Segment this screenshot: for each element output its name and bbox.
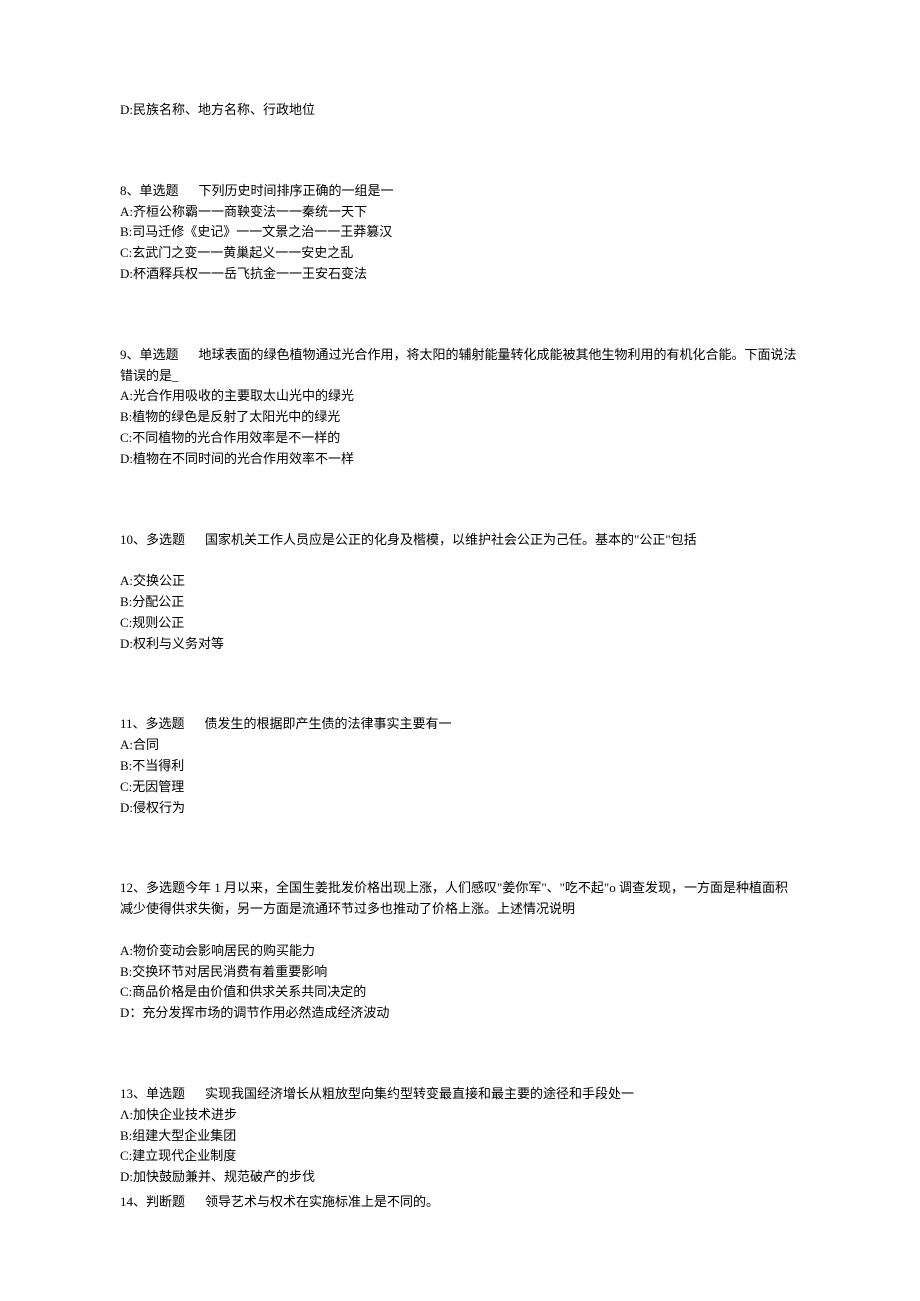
option-c: C:无因管理 (120, 777, 800, 798)
question-header-line: 13、单选题 实现我国经济增长从粗放型向集约型转变最直接和最主要的途径和手段处一 (120, 1084, 800, 1105)
question-stem: 国家机关工作人员应是公正的化身及楷模，以维护社会公正为己任。基本的"公正"包括 (205, 532, 697, 547)
question-7-tail: D:民族名称、地方名称、行政地位 (120, 100, 800, 121)
question-8: 8、单选题 下列历史时间排序正确的一组是一 A:齐桓公称霸一一商鞅变法一一秦统一天… (120, 181, 800, 285)
option-b: B:交换环节对居民消费有着重要影响 (120, 962, 800, 983)
question-13: 13、单选题实现我国经济增长从粗放型向集约型转变最直接和最主要的途径和手段处一 … (120, 1084, 800, 1188)
question-14: 14、判断题 领导艺术与权术在实施标准上是不同的。 (120, 1192, 800, 1213)
option-d: D:权利与义务对等 (120, 634, 800, 655)
option-c: C:建立现代企业制度 (120, 1146, 800, 1167)
question-stem: 下列历史时间排序正确的一组是一 (199, 183, 394, 198)
option-a: A:物价变动会影响居民的购买能力 (120, 941, 800, 962)
question-header-line: 12、多选题今年 1 月以来，全国生姜批发价格出现上涨，人们感叹"姜你军"、"吃… (120, 878, 800, 920)
option-d: D：充分发挥市场的调节作用必然造成经济波动 (120, 1003, 800, 1024)
option-a: A:光合作用吸收的主要取太山光中的绿光 (120, 386, 800, 407)
option-b: B:分配公正 (120, 592, 800, 613)
question-stem: 领导艺术与权术在实施标准上是不同的。 (205, 1194, 439, 1209)
question-header-line: 8、单选题 下列历史时间排序正确的一组是一 (120, 181, 800, 202)
option-a: A:齐桓公称霸一一商鞅变法一一秦统一天下 (120, 202, 800, 223)
question-header-line: 11、多选题 债发生的根据即产生债的法律事实主要有一 (120, 714, 800, 735)
option-c: C:不同植物的光合作用效率是不一样的 (120, 428, 800, 449)
blank-line (120, 920, 800, 941)
question-number: 13、单选题 (120, 1086, 185, 1101)
question-number: 8、单选题 (120, 183, 179, 198)
option-d: D:民族名称、地方名称、行政地位 (120, 100, 800, 121)
option-b: B:司马迁修《史记》一一文景之治一一王莽篡汉 (120, 222, 800, 243)
question-stem: 今年 1 月以来，全国生姜批发价格出现上涨，人们感叹"姜你军"、"吃不起"o 调… (120, 880, 788, 916)
question-stem: 实现我国经济增长从粗放型向集约型转变最直接和最主要的途径和手段处一 (205, 1086, 634, 1101)
question-header-line: 14、判断题 领导艺术与权术在实施标准上是不同的。 (120, 1192, 800, 1213)
question-11: 11、多选题 债发生的根据即产生债的法律事实主要有一 A:合同 B:不当得利 C:… (120, 714, 800, 818)
question-number: 12、多选题 (120, 880, 185, 895)
option-a: A:合同 (120, 735, 800, 756)
option-d: D:杯酒释兵权一一岳飞抗金一一王安石变法 (120, 264, 800, 285)
option-d: D:侵权行为 (120, 798, 800, 819)
option-d: D:加快鼓励兼并、规范破产的步伐 (120, 1167, 800, 1188)
option-d: D:植物在不同时间的光合作用效率不一样 (120, 449, 800, 470)
question-10: 10、多选题 国家机关工作人员应是公正的化身及楷模，以维护社会公正为己任。基本的"… (120, 530, 800, 655)
question-number: 14、判断题 (120, 1194, 185, 1209)
option-b: B:不当得利 (120, 756, 800, 777)
option-b: B:植物的绿色是反射了太阳光中的绿光 (120, 407, 800, 428)
question-number: 11、多选题 (120, 716, 185, 731)
option-c: C:玄武门之变一一黄巢起义一一安史之乱 (120, 243, 800, 264)
question-number: 9、单选题 (120, 347, 179, 362)
question-9: 9、单选题地球表面的绿色植物通过光合作用，将太阳的辅射能量转化成能被其他生物利用… (120, 345, 800, 470)
option-c: C:规则公正 (120, 613, 800, 634)
question-header-line: 9、单选题地球表面的绿色植物通过光合作用，将太阳的辅射能量转化成能被其他生物利用… (120, 345, 800, 387)
question-number: 10、多选题 (120, 532, 185, 547)
option-a: Λ:加快企业技术进步 (120, 1105, 800, 1126)
option-c: C:商品价格是由价值和供求关系共同决定的 (120, 982, 800, 1003)
option-b: B:组建大型企业集团 (120, 1126, 800, 1147)
question-stem: 地球表面的绿色植物通过光合作用，将太阳的辅射能量转化成能被其他生物利用的有机化合… (120, 347, 797, 383)
option-a: A:交换公正 (120, 571, 800, 592)
blank-line (120, 550, 800, 571)
question-header-line: 10、多选题 国家机关工作人员应是公正的化身及楷模，以维护社会公正为己任。基本的"… (120, 530, 800, 551)
question-stem: 债发生的根据即产生债的法律事实主要有一 (205, 716, 452, 731)
question-12: 12、多选题今年 1 月以来，全国生姜批发价格出现上涨，人们感叹"姜你军"、"吃… (120, 878, 800, 1024)
